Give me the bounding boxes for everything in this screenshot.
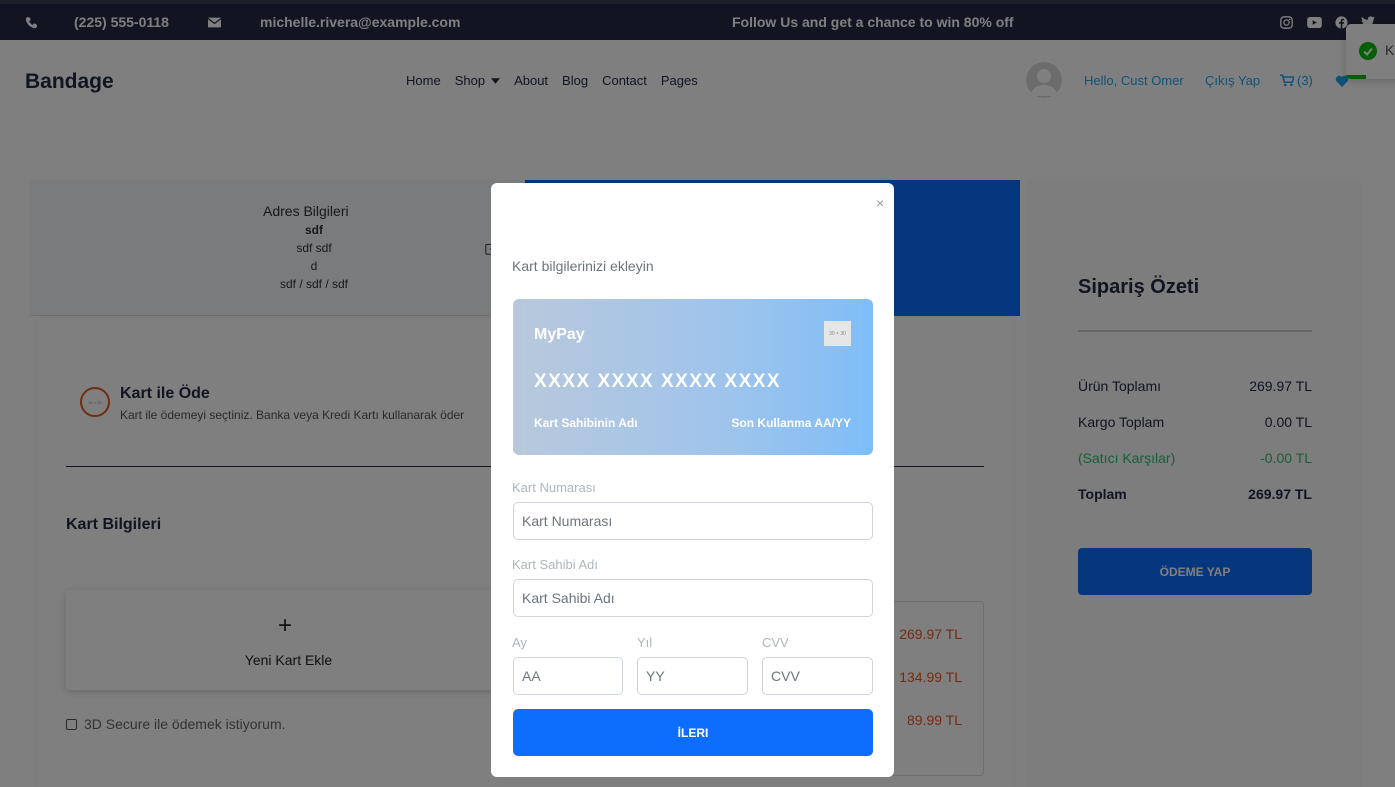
card-preview: MyPay 30 × 30 XXXX XXXX XXXX XXXX Kart S… [513, 299, 873, 455]
next-button[interactable]: İLERI [513, 709, 873, 756]
cvv-label: CVV [762, 635, 789, 650]
card-number-preview: XXXX XXXX XXXX XXXX [534, 371, 782, 392]
card-holder-input[interactable] [513, 579, 873, 617]
year-label: Yıl [637, 635, 653, 650]
year-input[interactable] [637, 657, 748, 695]
card-brand: MyPay [534, 326, 585, 343]
card-holder-label: Kart Sahibi Adı [512, 557, 598, 572]
card-holder-preview: Kart Sahibinin Adı [534, 416, 638, 430]
month-input[interactable] [513, 657, 623, 695]
cvv-input[interactable] [762, 657, 873, 695]
month-label: Ay [512, 635, 527, 650]
card-number-label: Kart Numarası [512, 480, 596, 495]
close-icon[interactable]: × [876, 195, 884, 211]
card-expiry-preview: Son Kullanma AA/YY [731, 416, 851, 430]
card-number-input[interactable] [513, 502, 873, 540]
modal-title: Kart bilgilerinizi ekleyin [512, 258, 654, 274]
card-logo: 30 × 30 [824, 321, 851, 346]
